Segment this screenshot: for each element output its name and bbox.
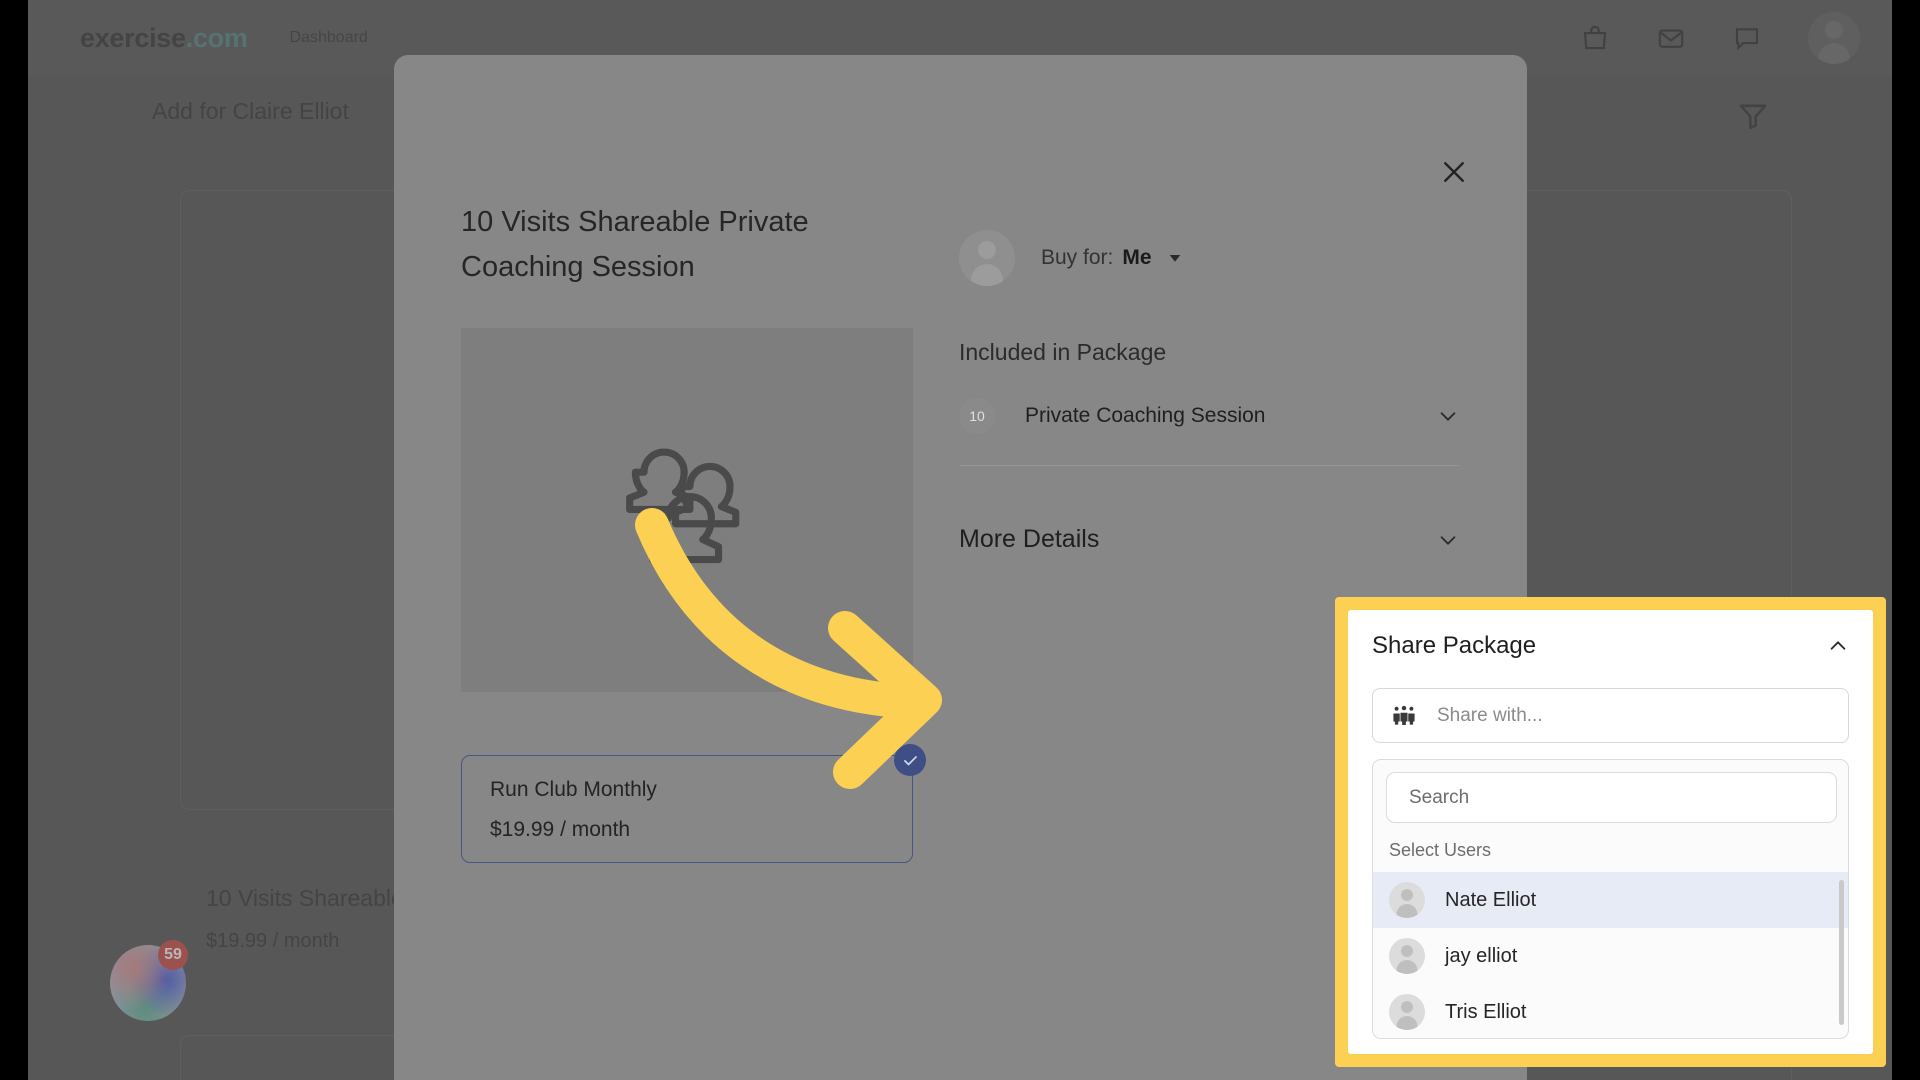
avatar <box>1389 882 1425 918</box>
user-name: Tris Elliot <box>1445 1000 1527 1023</box>
brand-logo[interactable]: exercise.com <box>80 23 248 54</box>
chat-widget-badge: 59 <box>158 940 188 970</box>
topbar-actions <box>1580 12 1860 64</box>
user-name: jay elliot <box>1445 944 1518 967</box>
buy-for-row[interactable]: Buy for: Me <box>959 230 1184 286</box>
list-item[interactable]: Tris Elliot <box>1373 984 1848 1038</box>
chat-icon[interactable] <box>1732 23 1762 53</box>
close-icon[interactable] <box>1439 157 1469 187</box>
list-item[interactable]: jay elliot <box>1373 928 1848 984</box>
share-package-title: Share Package <box>1372 632 1537 659</box>
list-item[interactable]: Nate Elliot <box>1373 872 1848 928</box>
included-item-row[interactable]: 10 Private Coaching Session <box>959 398 1459 434</box>
avatar[interactable] <box>1808 12 1860 64</box>
user-select-dropdown: Search Select Users Nate Elliot jay elli… <box>1372 759 1849 1039</box>
more-details-label: More Details <box>959 525 1100 553</box>
included-in-package-heading: Included in Package <box>959 339 1167 365</box>
share-with-input[interactable]: Share with... <box>1372 688 1849 743</box>
included-item-name: Private Coaching Session <box>1025 404 1266 427</box>
user-name: Nate Elliot <box>1445 888 1537 911</box>
share-with-placeholder: Share with... <box>1437 704 1543 726</box>
nav-item-dashboard[interactable]: Dashboard <box>290 29 368 47</box>
check-circle-icon <box>894 744 926 776</box>
group-people-icon <box>601 433 773 588</box>
selected-product-card[interactable]: Run Club Monthly $19.99 / month <box>461 755 913 863</box>
section-divider <box>959 465 1459 466</box>
mail-icon[interactable] <box>1656 23 1686 53</box>
user-search-placeholder: Search <box>1409 786 1470 808</box>
share-package-header[interactable]: Share Package <box>1372 632 1849 660</box>
user-list: Nate Elliot jay elliot Tris Elliot <box>1373 872 1848 1038</box>
background-product-name: 10 Visits Shareable <box>206 885 404 911</box>
select-users-label: Select Users <box>1389 840 1492 860</box>
filter-icon[interactable] <box>1736 98 1770 132</box>
chevron-up-icon[interactable] <box>1827 635 1849 657</box>
avatar <box>1389 938 1425 974</box>
included-item-count: 10 <box>959 398 995 434</box>
avatar <box>1389 994 1425 1030</box>
more-details-row[interactable]: More Details <box>959 525 1459 554</box>
background-product-price: $19.99 / month <box>206 930 340 952</box>
shopping-bag-icon[interactable] <box>1580 23 1610 53</box>
brand-name: exercise <box>80 22 186 53</box>
selected-product-price: $19.99 / month <box>490 818 631 841</box>
chevron-down-icon[interactable] <box>1437 529 1459 551</box>
chevron-down-icon[interactable] <box>1166 249 1184 267</box>
people-group-icon <box>1391 705 1417 727</box>
user-search-input[interactable]: Search <box>1386 772 1837 823</box>
product-image-placeholder <box>461 328 913 692</box>
selected-product-name: Run Club Monthly <box>490 778 657 801</box>
chevron-down-icon[interactable] <box>1437 405 1459 427</box>
buy-for-label: Buy for: <box>1041 246 1114 269</box>
screenshot-root: exercise.com Dashboard Add for Claire El… <box>0 0 1920 1080</box>
share-package-panel: Share Package Share with... Search Selec… <box>1348 610 1873 1054</box>
share-package-highlight: Share Package Share with... Search Selec… <box>1335 597 1886 1067</box>
buy-for-avatar <box>959 230 1015 286</box>
buy-for-value: Me <box>1122 246 1152 269</box>
brand-suffix: .com <box>185 22 248 53</box>
package-detail-modal: 10 Visits Shareable Private Coaching Ses… <box>394 55 1886 1080</box>
page-title: Add for Claire Elliot <box>152 98 349 124</box>
modal-title: 10 Visits Shareable Private Coaching Ses… <box>461 206 809 283</box>
dropdown-scrollbar[interactable] <box>1839 880 1844 1025</box>
